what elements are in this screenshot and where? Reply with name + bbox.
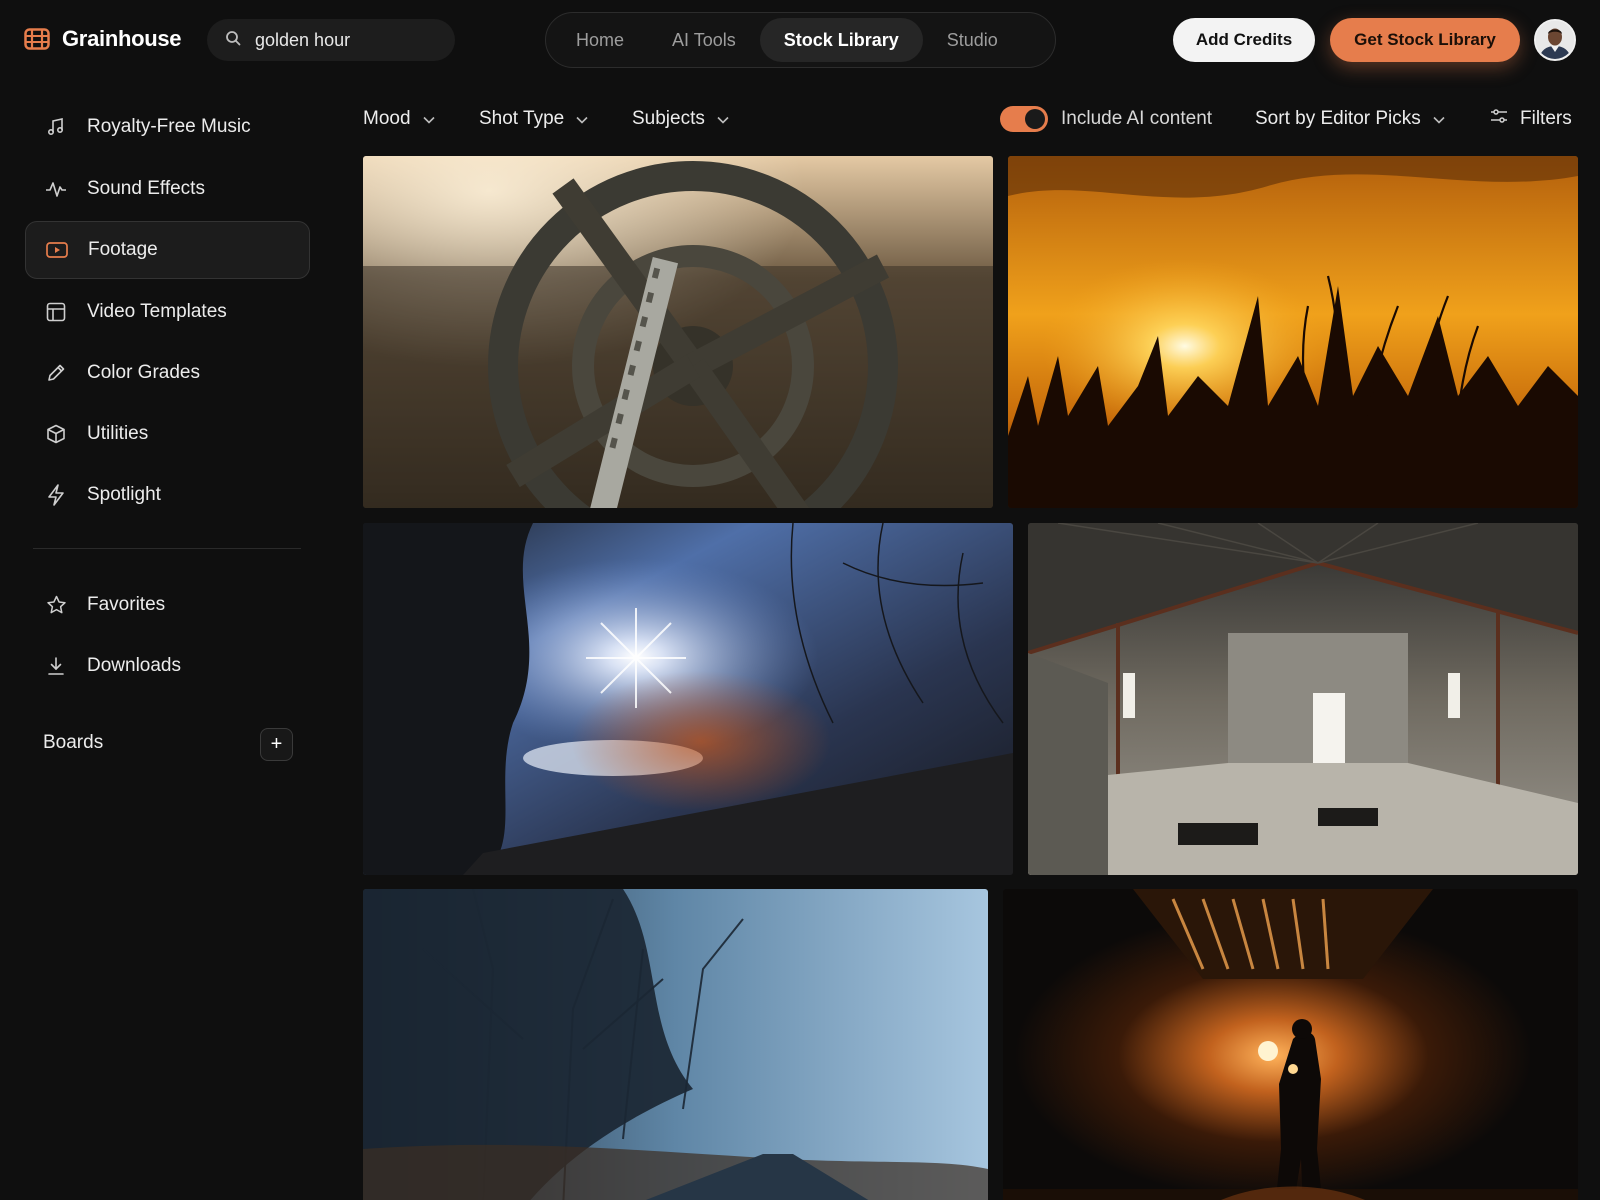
filters-button[interactable]: Filters — [1490, 96, 1572, 142]
sidebar-item-label: Sound Effects — [87, 178, 205, 199]
sidebar-item-sound-effects[interactable]: Sound Effects — [25, 160, 310, 218]
result-tile-sunburst-trees[interactable] — [363, 523, 1013, 875]
sidebar-item-color-grades[interactable]: Color Grades — [25, 344, 310, 402]
result-tile-film-reel[interactable] — [363, 156, 993, 508]
toggle-knob — [1025, 109, 1045, 129]
sidebar-item-utilities[interactable]: Utilities — [25, 405, 310, 463]
waveform-icon — [45, 178, 67, 200]
sidebar-item-label: Utilities — [87, 423, 149, 444]
sliders-icon — [1490, 108, 1508, 130]
subjects-dropdown[interactable]: Subjects — [632, 96, 729, 142]
brand-name: Grainhouse — [62, 26, 182, 51]
tab-studio[interactable]: Studio — [923, 18, 1022, 62]
sidebar-item-label: Footage — [88, 239, 158, 260]
result-tile-foggy-road[interactable] — [363, 889, 988, 1200]
sidebar-item-downloads[interactable]: Downloads — [25, 637, 310, 695]
main-nav: Home AI Tools Stock Library Studio — [545, 12, 1056, 68]
sort-dropdown-label: Sort by Editor Picks — [1255, 108, 1421, 129]
include-ai-toggle[interactable] — [1000, 106, 1048, 132]
get-stock-library-button[interactable]: Get Stock Library — [1330, 18, 1520, 62]
sidebar-item-favorites[interactable]: Favorites — [25, 576, 310, 634]
sidebar-item-video-templates[interactable]: Video Templates — [25, 283, 310, 341]
sidebar-item-label: Spotlight — [87, 484, 161, 505]
pencil-icon — [45, 362, 67, 384]
sidebar-item-royalty-free-music[interactable]: Royalty-Free Music — [25, 98, 310, 156]
tab-home[interactable]: Home — [552, 18, 648, 62]
sidebar-item-footage[interactable]: Footage — [25, 221, 310, 279]
play-icon — [46, 239, 68, 261]
search-input[interactable] — [255, 29, 435, 51]
result-tile-sunset-field[interactable] — [1008, 156, 1578, 508]
foggy-road-thumbnail — [363, 889, 988, 1200]
download-icon — [45, 655, 67, 677]
add-credits-button[interactable]: Add Credits — [1173, 18, 1315, 62]
sidebar-item-label: Color Grades — [87, 362, 200, 383]
brand-logo[interactable]: Grainhouse — [24, 24, 182, 54]
chevron-down-icon — [1433, 108, 1445, 130]
film-reel-thumbnail — [363, 156, 993, 508]
sidebar-divider — [33, 548, 301, 549]
sunburst-trees-thumbnail — [363, 523, 1013, 875]
mood-dropdown-label: Mood — [363, 108, 411, 129]
search-bar[interactable] — [207, 19, 455, 61]
results-grid — [363, 156, 1578, 1200]
filters-label: Filters — [1520, 108, 1572, 129]
sidebar-item-label: Royalty-Free Music — [87, 116, 251, 137]
music-note-icon — [45, 116, 67, 138]
tunnel-silhouette-thumbnail — [1003, 889, 1578, 1200]
bolt-icon — [45, 484, 67, 506]
sidebar-item-label: Video Templates — [87, 301, 227, 322]
cube-icon — [45, 423, 67, 445]
shot-type-dropdown-label: Shot Type — [479, 108, 565, 129]
sidebar-item-spotlight[interactable]: Spotlight — [25, 466, 310, 524]
sunset-field-thumbnail — [1008, 156, 1578, 508]
mood-dropdown[interactable]: Mood — [363, 96, 435, 142]
star-icon — [45, 594, 67, 616]
chevron-down-icon — [422, 108, 435, 130]
avatar[interactable] — [1534, 19, 1576, 61]
template-icon — [45, 301, 67, 323]
chevron-down-icon — [576, 108, 588, 130]
add-board-button[interactable]: + — [260, 728, 293, 761]
warehouse-thumbnail — [1028, 523, 1578, 875]
sidebar-item-label: Downloads — [87, 655, 181, 676]
result-tile-tunnel-silhouette[interactable] — [1003, 889, 1578, 1200]
chevron-down-icon — [717, 108, 729, 130]
film-logo-icon — [24, 28, 50, 50]
include-ai-label: Include AI content — [1061, 108, 1213, 129]
sidebar: Royalty-Free Music Sound Effects Footage… — [0, 80, 330, 1200]
sidebar-item-label: Favorites — [87, 594, 166, 615]
result-tile-warehouse[interactable] — [1028, 523, 1578, 875]
tab-stock-library[interactable]: Stock Library — [759, 18, 923, 62]
subjects-dropdown-label: Subjects — [632, 108, 705, 129]
boards-heading: Boards — [43, 732, 104, 753]
search-icon — [225, 30, 241, 51]
shot-type-dropdown[interactable]: Shot Type — [479, 96, 588, 142]
filter-bar: Mood Shot Type Subjects Include AI conte… — [363, 96, 1578, 142]
tab-ai-tools[interactable]: AI Tools — [648, 18, 760, 62]
sort-dropdown[interactable]: Sort by Editor Picks — [1255, 96, 1445, 142]
top-bar: Grainhouse Home AI Tools Stock Library S… — [0, 0, 1600, 80]
